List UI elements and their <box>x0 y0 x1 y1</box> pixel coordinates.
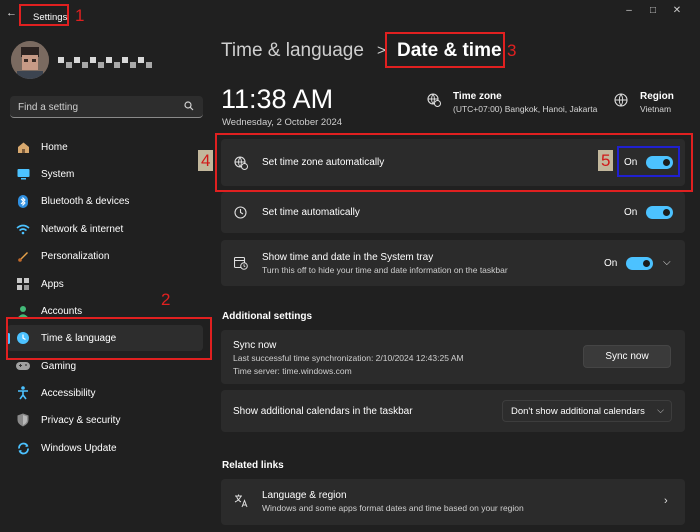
avatar-image <box>11 41 49 79</box>
nav-item-personalization[interactable]: Personalization <box>7 243 203 269</box>
breadcrumb-parent[interactable]: Time & language <box>221 40 364 62</box>
annotation-number-2: 2 <box>161 290 171 309</box>
nav-label: Bluetooth & devices <box>41 195 130 207</box>
annotation-number-1: 1 <box>75 6 85 25</box>
additional-calendars-card: Show additional calendars in the taskbar… <box>221 390 685 432</box>
additional-calendars-dropdown[interactable]: Don't show additional calendars ⌵ <box>502 400 672 422</box>
time-zone-icon <box>427 93 441 107</box>
nav-item-apps[interactable]: Apps <box>7 271 203 297</box>
annotation-number-3: 3 <box>507 41 517 60</box>
maximize-button[interactable]: □ <box>641 4 665 18</box>
annotation-box-5 <box>617 146 680 177</box>
avatar[interactable] <box>11 41 49 79</box>
sync-title: Sync now <box>233 340 277 351</box>
setting-title: Show time and date in the System tray <box>262 252 434 263</box>
system-tray-toggle[interactable] <box>626 257 653 270</box>
nav-label: Home <box>41 141 68 153</box>
nav-label: Network & internet <box>41 223 124 235</box>
last-sync-text: Last successful time synchronization: 2/… <box>233 353 464 363</box>
nav-item-network[interactable]: Network & internet <box>7 216 203 242</box>
windows-update-icon <box>16 441 30 455</box>
nav-label: System <box>41 168 75 180</box>
nav-item-accessibility[interactable]: Accessibility <box>7 380 203 406</box>
time-zone-label: Time zone <box>453 91 502 102</box>
region-label: Region <box>640 91 674 102</box>
home-icon <box>16 140 30 154</box>
network-icon <box>16 222 30 236</box>
setting-card-system-tray[interactable]: Show time and date in the System tray Tu… <box>221 240 685 286</box>
language-icon <box>234 494 248 508</box>
toggle-state-label: On <box>604 258 618 269</box>
time-zone-value: (UTC+07:00) Bangkok, Hanoi, Jakarta <box>453 104 598 114</box>
chevron-down-icon: ⌵ <box>657 405 664 415</box>
annotation-box-2 <box>6 317 212 360</box>
toggle-state-label: On <box>624 207 638 218</box>
sync-now-button[interactable]: Sync now <box>583 345 671 368</box>
annotation-box-1 <box>19 4 69 26</box>
search-input[interactable]: Find a setting <box>10 96 203 118</box>
username-blurred <box>58 57 158 69</box>
nav-label: Privacy & security <box>41 414 121 426</box>
personalization-icon <box>16 249 30 263</box>
nav-label: Personalization <box>41 250 110 262</box>
nav-item-system[interactable]: System <box>7 161 203 187</box>
nav-item-windows-update[interactable]: Windows Update <box>7 435 203 461</box>
setting-card-time-auto: Set time automatically On <box>221 192 685 233</box>
dropdown-value: Don't show additional calendars <box>511 406 645 417</box>
setting-title: Set time automatically <box>262 207 360 218</box>
time-server-text: Time server: time.windows.com <box>233 366 352 376</box>
chevron-down-icon[interactable]: ⌵ <box>663 257 671 268</box>
nav-label: Windows Update <box>41 442 117 454</box>
nav-item-bluetooth[interactable]: Bluetooth & devices <box>7 188 203 214</box>
title-bar: ← Settings – □ ✕ <box>0 0 700 28</box>
current-time: 11:38 AM <box>221 84 334 114</box>
gaming-icon <box>16 359 30 373</box>
time-auto-toggle[interactable] <box>646 206 673 219</box>
nav-label: Accounts <box>41 305 83 317</box>
current-date: Wednesday, 2 October 2024 <box>222 117 343 128</box>
system-icon <box>16 167 30 181</box>
section-heading: Additional settings <box>222 311 312 322</box>
sync-now-card: Sync now Last successful time synchroniz… <box>221 330 685 384</box>
section-heading: Related links <box>222 460 284 471</box>
minimize-button[interactable]: – <box>617 4 641 18</box>
close-button[interactable]: ✕ <box>665 4 689 18</box>
calendars-title: Show additional calendars in the taskbar <box>233 406 413 417</box>
nav-label: Accessibility <box>41 387 96 399</box>
accessibility-icon <box>16 386 30 400</box>
calendar-clock-icon <box>234 256 248 270</box>
accounts-icon <box>16 304 30 318</box>
apps-icon <box>16 277 30 291</box>
privacy-icon <box>16 413 30 427</box>
chevron-right-icon: › <box>664 495 668 507</box>
search-placeholder: Find a setting <box>18 102 79 113</box>
nav-item-privacy[interactable]: Privacy & security <box>7 407 203 433</box>
language-region-link[interactable]: Language & region Windows and some apps … <box>221 479 685 525</box>
nav-label: Apps <box>41 278 64 290</box>
search-icon <box>184 101 194 111</box>
link-subtitle: Windows and some apps format dates and t… <box>262 503 524 513</box>
nav-item-home[interactable]: Home <box>7 134 203 160</box>
annotation-number-5: 5 <box>598 150 614 171</box>
setting-subtitle: Turn this off to hide your time and date… <box>262 265 508 275</box>
annotation-box-3 <box>385 32 505 68</box>
link-title: Language & region <box>262 490 347 501</box>
clock-icon <box>234 206 247 219</box>
nav-label: Gaming <box>41 360 77 372</box>
annotation-number-4: 4 <box>198 150 214 171</box>
back-arrow-icon[interactable]: ← <box>6 8 17 19</box>
region-value: Vietnam <box>640 104 672 114</box>
globe-icon <box>614 93 628 107</box>
bluetooth-icon <box>16 194 30 208</box>
